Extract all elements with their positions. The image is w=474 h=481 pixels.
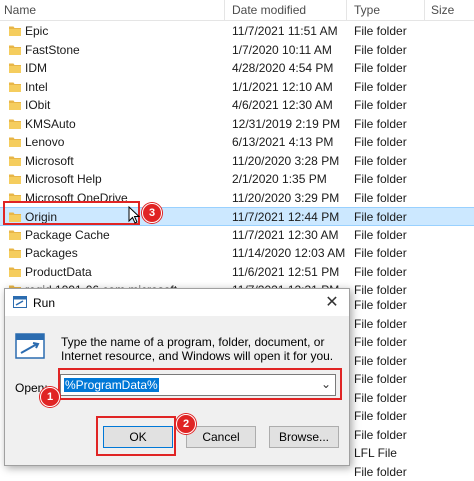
folder-name: Package Cache bbox=[25, 227, 110, 242]
folder-type: File folder bbox=[354, 190, 407, 205]
folder-name: Lenovo bbox=[25, 135, 65, 149]
folder-type: File folder bbox=[354, 372, 407, 386]
folder-date: 2/1/2020 1:35 PM bbox=[232, 172, 327, 186]
folder-type: File folder bbox=[354, 79, 407, 94]
folder-icon bbox=[9, 137, 21, 147]
folder-icon bbox=[9, 267, 21, 277]
folder-row[interactable]: FastStone 1/7/2020 10:11 AM File folder bbox=[0, 41, 474, 59]
mouse-pointer-icon bbox=[128, 206, 140, 224]
folder-date: 4/28/2020 4:54 PM bbox=[232, 61, 334, 75]
folder-date: 11/20/2020 3:28 PM bbox=[232, 153, 340, 168]
folder-icon bbox=[9, 248, 21, 258]
column-divider[interactable] bbox=[346, 0, 347, 20]
column-header-bar: Name Date modified Type Size bbox=[0, 0, 474, 21]
folder-icon bbox=[9, 63, 21, 73]
folder-type: File folder bbox=[354, 135, 407, 149]
folder-row[interactable]: Packages 11/14/2020 12:03 AM File folder bbox=[0, 244, 474, 262]
folder-type: File folder bbox=[354, 283, 407, 297]
folder-date: 1/1/2021 12:10 AM bbox=[232, 79, 333, 94]
browse-button[interactable]: Browse... bbox=[269, 426, 339, 448]
folder-icon bbox=[9, 156, 21, 166]
folder-row[interactable]: Microsoft 11/20/2020 3:28 PM File folder bbox=[0, 152, 474, 170]
folder-icon bbox=[9, 174, 21, 184]
folder-type: File folder bbox=[354, 298, 407, 312]
folder-type: LFL File bbox=[354, 446, 397, 460]
folder-type: File folder bbox=[354, 427, 407, 442]
folder-icon bbox=[9, 100, 21, 110]
folder-row[interactable]: Microsoft Help 2/1/2020 1:35 PM File folde… bbox=[0, 170, 474, 188]
close-icon[interactable]: ✕ bbox=[321, 293, 343, 313]
folder-type: File folder bbox=[354, 42, 407, 57]
folder-date: 1/7/2020 10:11 AM bbox=[232, 42, 332, 57]
folder-name: FastStone bbox=[25, 42, 80, 57]
ok-button-highlight-box bbox=[96, 416, 176, 456]
folder-row[interactable]: KMSAuto 12/31/2019 2:19 PM File folder bbox=[0, 115, 474, 133]
folder-type: File folder bbox=[354, 116, 407, 131]
folder-type: File folder bbox=[354, 316, 407, 331]
folder-row[interactable]: Lenovo 6/13/2021 4:13 PM File folder bbox=[0, 133, 474, 151]
folder-date: 11/20/2020 3:29 PM bbox=[232, 190, 340, 205]
folder-name: KMSAuto bbox=[25, 116, 76, 131]
folder-row[interactable]: ProductData 11/6/2021 12:51 PM File folder bbox=[0, 263, 474, 281]
folder-row[interactable]: Epic 11/7/2021 11:51 AM File folder bbox=[0, 22, 474, 40]
folder-icon bbox=[9, 45, 21, 55]
folder-date: 6/13/2021 4:13 PM bbox=[232, 135, 334, 149]
cancel-button[interactable]: Cancel bbox=[186, 426, 256, 448]
folder-type: File folder bbox=[354, 353, 407, 368]
folder-name: IObit bbox=[25, 98, 51, 112]
run-app-icon bbox=[13, 296, 27, 308]
folder-name: ProductData bbox=[25, 264, 92, 279]
folder-name: Intel bbox=[25, 79, 48, 94]
run-program-icon bbox=[15, 333, 45, 359]
folder-date: 4/6/2021 12:30 AM bbox=[232, 98, 333, 112]
folder-row[interactable]: IDM 4/28/2020 4:54 PM File folder bbox=[0, 59, 474, 77]
step-3-badge: 3 bbox=[142, 203, 162, 223]
folder-type: File folder bbox=[354, 61, 407, 75]
open-field-highlight-box bbox=[58, 368, 342, 400]
folder-date: 11/6/2021 12:51 PM bbox=[232, 264, 340, 279]
folder-icon bbox=[9, 82, 21, 92]
column-header-size[interactable]: Size bbox=[431, 3, 454, 17]
folder-type: File folder bbox=[354, 227, 407, 242]
step-1-badge: 1 bbox=[40, 387, 60, 407]
column-header-date[interactable]: Date modified bbox=[232, 3, 306, 17]
folder-name: Microsoft Help bbox=[25, 172, 102, 186]
column-divider[interactable] bbox=[424, 0, 425, 20]
folder-type: File folder bbox=[354, 464, 407, 479]
folder-date: 12/31/2019 2:19 PM bbox=[232, 116, 341, 131]
folder-date: 11/7/2021 12:30 AM bbox=[232, 227, 339, 242]
folder-type: File folder bbox=[354, 246, 407, 260]
folder-type: File folder bbox=[354, 264, 407, 279]
folder-date: 11/7/2021 12:44 PM bbox=[232, 210, 340, 224]
folder-name: Packages bbox=[25, 246, 78, 260]
column-header-type[interactable]: Type bbox=[354, 3, 380, 17]
folder-type: File folder bbox=[354, 335, 407, 349]
folder-date: 11/7/2021 11:51 AM bbox=[232, 24, 338, 38]
column-header-name[interactable]: Name bbox=[4, 3, 36, 17]
folder-icon bbox=[9, 230, 21, 240]
folder-name: Epic bbox=[25, 24, 49, 38]
folder-type: File folder bbox=[354, 210, 407, 224]
column-divider[interactable] bbox=[224, 0, 225, 20]
folder-type: File folder bbox=[354, 153, 407, 168]
run-title-bar[interactable]: Run ✕ bbox=[5, 289, 349, 316]
folder-date: 11/14/2020 12:03 AM bbox=[232, 246, 346, 260]
origin-highlight-box bbox=[3, 201, 140, 225]
folder-type: File folder bbox=[354, 24, 407, 38]
step-2-badge: 2 bbox=[176, 414, 196, 434]
folder-type: File folder bbox=[354, 390, 407, 405]
folder-icon bbox=[9, 26, 21, 36]
run-title: Run bbox=[33, 296, 56, 310]
folder-row[interactable]: Package Cache 11/7/2021 12:30 AM File fold… bbox=[0, 226, 474, 244]
run-description: Type the name of a program, folder, docu… bbox=[61, 335, 334, 363]
folder-type: File folder bbox=[354, 172, 407, 186]
folder-icon bbox=[9, 119, 21, 129]
folder-type: File folder bbox=[354, 98, 407, 112]
folder-type: File folder bbox=[354, 409, 407, 423]
folder-name: Microsoft bbox=[25, 153, 74, 168]
folder-name: IDM bbox=[25, 61, 47, 75]
folder-row[interactable]: Intel 1/1/2021 12:10 AM File folder bbox=[0, 78, 474, 96]
folder-row[interactable]: IObit 4/6/2021 12:30 AM File folder bbox=[0, 96, 474, 114]
